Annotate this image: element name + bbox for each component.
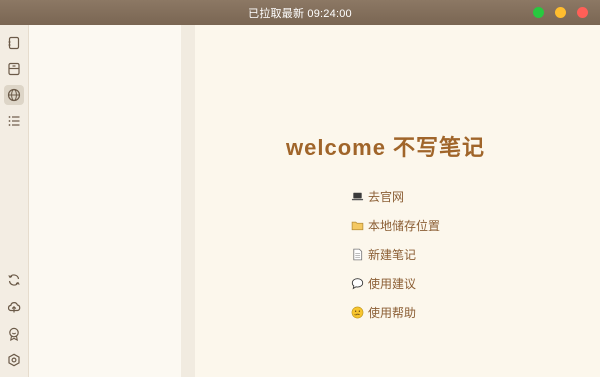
settings-icon xyxy=(8,353,20,367)
minimize-button[interactable] xyxy=(555,7,566,18)
sync-icon xyxy=(8,274,20,286)
visit-website-label: 去官网 xyxy=(368,190,405,204)
close-button[interactable] xyxy=(577,7,588,18)
badge-icon xyxy=(9,327,19,341)
badge-button[interactable] xyxy=(4,324,24,344)
window-title: 已拉取最新 09:24:00 xyxy=(248,7,352,20)
pane-splitter[interactable] xyxy=(181,25,195,377)
note-list-pane xyxy=(29,25,181,377)
settings-button[interactable] xyxy=(4,350,24,370)
visit-website-link[interactable]: 去官网 xyxy=(350,182,440,211)
list-icon xyxy=(8,116,20,126)
welcome-actions: 去官网 本地储存位置 新建笔记 使用建议 使用帮助 xyxy=(350,182,440,327)
notebook-icon xyxy=(8,36,20,50)
sync-button[interactable] xyxy=(4,270,24,290)
window-controls xyxy=(533,7,588,18)
help-label: 使用帮助 xyxy=(368,306,417,320)
cloud-upload-button[interactable] xyxy=(4,297,24,317)
globe-icon xyxy=(7,88,21,102)
archive-icon xyxy=(8,62,20,76)
help-link[interactable]: 使用帮助 xyxy=(350,298,440,327)
suggestions-label: 使用建议 xyxy=(368,277,417,291)
archive-button[interactable] xyxy=(4,59,24,79)
sidebar-rail xyxy=(0,25,29,377)
title-bar: 已拉取最新 09:24:00 xyxy=(0,0,600,25)
local-storage-link[interactable]: 本地储存位置 xyxy=(350,211,440,240)
folder-icon xyxy=(350,219,364,233)
speech-bubble-icon xyxy=(350,277,364,291)
list-button[interactable] xyxy=(4,111,24,131)
globe-button[interactable] xyxy=(4,85,24,105)
cloud-upload-icon xyxy=(7,302,21,313)
new-note-label: 新建笔记 xyxy=(368,248,417,262)
document-icon xyxy=(350,248,364,262)
maximize-button[interactable] xyxy=(533,7,544,18)
notebook-button[interactable] xyxy=(4,33,24,53)
welcome-heading: welcome 不写笔记 xyxy=(286,135,486,160)
thinking-face-icon xyxy=(350,306,364,320)
new-note-link[interactable]: 新建笔记 xyxy=(350,240,440,269)
laptop-icon xyxy=(350,190,364,204)
suggestions-link[interactable]: 使用建议 xyxy=(350,269,440,298)
local-storage-label: 本地储存位置 xyxy=(368,219,441,233)
